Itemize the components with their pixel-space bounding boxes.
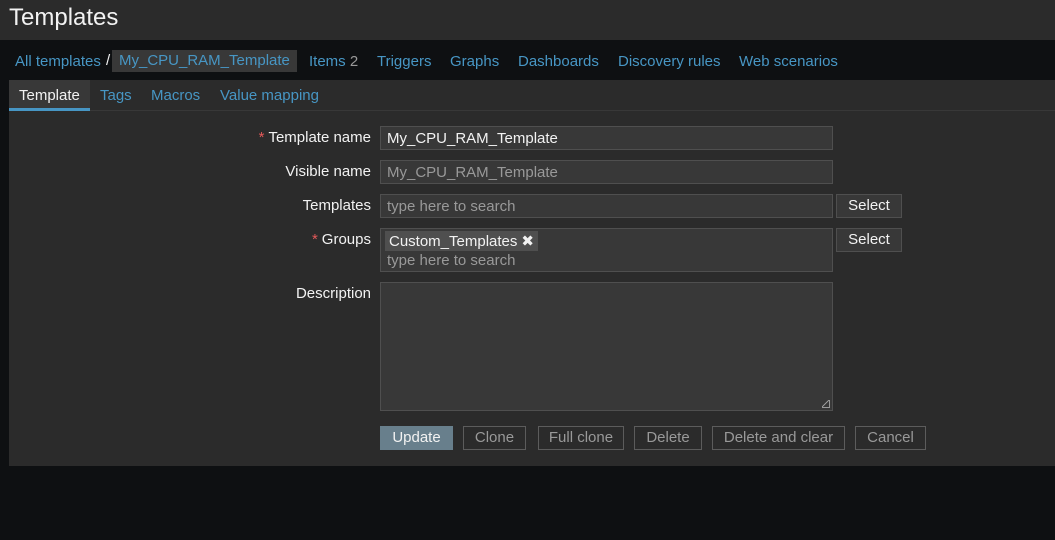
nav-items-link[interactable]: Items 2	[309, 53, 358, 70]
nav-items-count: 2	[349, 53, 359, 70]
full-clone-button[interactable]: Full clone	[538, 426, 624, 450]
required-mark: *	[258, 129, 265, 146]
clone-button[interactable]: Clone	[463, 426, 526, 450]
template-name-label-text: Template name	[268, 129, 371, 146]
groups-select-button[interactable]: Select	[836, 228, 902, 252]
description-textarea[interactable]	[380, 282, 833, 411]
required-mark: *	[311, 231, 318, 248]
tab-macros[interactable]: Macros	[151, 87, 200, 104]
group-chip: Custom_Templates ✖	[385, 231, 538, 251]
current-template-link[interactable]: My_CPU_RAM_Template	[112, 50, 297, 72]
group-chip-label: Custom_Templates	[389, 233, 518, 250]
chip-remove-icon[interactable]: ✖	[521, 233, 534, 250]
nav-items-label: Items	[309, 53, 346, 70]
page-header: Templates	[0, 0, 1055, 40]
description-label: Description	[295, 285, 371, 302]
templates-search-input[interactable]: type here to search	[380, 194, 833, 218]
templates-label: Templates	[302, 197, 371, 214]
visible-name-input[interactable]: My_CPU_RAM_Template	[380, 160, 833, 184]
template-name-label: * Template name	[259, 129, 371, 146]
template-name-input[interactable]: My_CPU_RAM_Template	[380, 126, 833, 150]
nav-triggers-link[interactable]: Triggers	[377, 53, 431, 70]
nav-dashboards-link[interactable]: Dashboards	[518, 53, 599, 70]
templates-select-button[interactable]: Select	[836, 194, 902, 218]
delete-and-clear-button[interactable]: Delete and clear	[712, 426, 845, 450]
nav-web-scenarios-link[interactable]: Web scenarios	[739, 53, 838, 70]
page-title: Templates	[9, 4, 119, 31]
tab-tags[interactable]: Tags	[100, 87, 132, 104]
resize-grip-icon[interactable]	[822, 400, 830, 408]
groups-multiselect[interactable]: Custom_Templates ✖ type here to search	[380, 228, 833, 272]
breadcrumb-separator: /	[106, 52, 111, 69]
all-templates-link[interactable]: All templates	[15, 53, 101, 70]
tabs: Template Tags Macros Value mapping	[9, 80, 1055, 111]
breadcrumb-nav: All templates / My_CPU_RAM_Template Item…	[0, 40, 1055, 80]
nav-graphs-link[interactable]: Graphs	[450, 53, 499, 70]
nav-discovery-rules-link[interactable]: Discovery rules	[618, 53, 721, 70]
groups-label-text: Groups	[321, 231, 371, 248]
visible-name-label: Visible name	[285, 163, 371, 180]
groups-search-input[interactable]: type here to search	[387, 252, 515, 269]
cancel-button[interactable]: Cancel	[855, 426, 926, 450]
groups-label: * Groups	[312, 231, 371, 248]
update-button[interactable]: Update	[380, 426, 453, 450]
tab-template[interactable]: Template	[9, 80, 90, 111]
form-panel: Template Tags Macros Value mapping * Temp…	[9, 80, 1055, 466]
tab-value-mapping[interactable]: Value mapping	[220, 87, 319, 104]
delete-button[interactable]: Delete	[634, 426, 702, 450]
